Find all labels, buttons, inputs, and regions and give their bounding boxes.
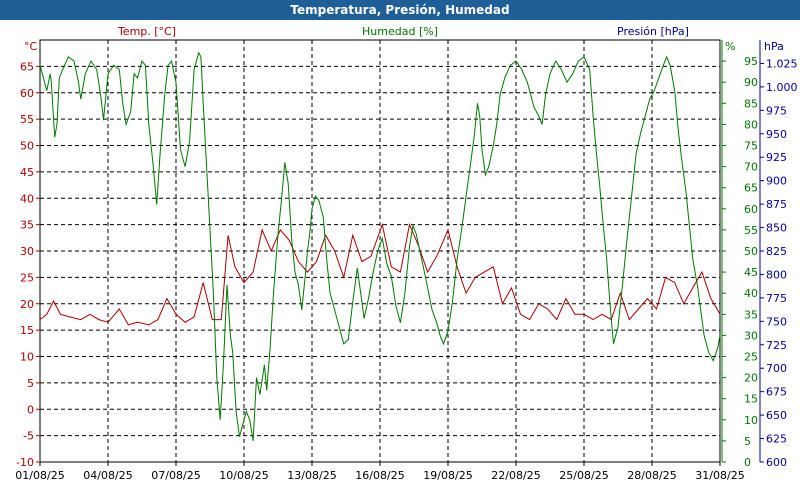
- x-tick-label: 16/08/25: [355, 469, 404, 482]
- x-tick-label: 04/08/25: [83, 469, 132, 482]
- humidity-tick-label: 70: [744, 161, 758, 174]
- temperature-tick-label: -10: [16, 456, 34, 469]
- temperature-tick-label: 5: [27, 377, 34, 390]
- humidity-tick-label: 45: [744, 266, 758, 279]
- humidity-tick-label: 35: [744, 308, 758, 321]
- pressure-tick-label: 700: [766, 362, 787, 375]
- pressure-tick-label: 950: [766, 128, 787, 141]
- x-tick-label: 10/08/25: [219, 469, 268, 482]
- humidity-tick-label: 60: [744, 203, 758, 216]
- pressure-tick-label: 975: [766, 104, 787, 117]
- temperature-tick-label: 60: [20, 87, 34, 100]
- humidity-tick-label: 20: [744, 372, 758, 385]
- pressure-tick-label: 600: [766, 456, 787, 469]
- temperature-axis-header: Temp. [°C]: [117, 25, 176, 38]
- x-tick-label: 13/08/25: [287, 469, 336, 482]
- humidity-tick-label: 40: [744, 287, 758, 300]
- temperature-tick-label: 10: [20, 351, 34, 364]
- temperature-unit-label: °C: [24, 40, 38, 53]
- x-tick-label: 25/08/25: [559, 469, 608, 482]
- pressure-tick-label: 800: [766, 268, 787, 281]
- humidity-tick-label: 90: [744, 76, 758, 89]
- pressure-tick-label: 825: [766, 245, 787, 258]
- pressure-tick-label: 900: [766, 175, 787, 188]
- humidity-tick-label: 75: [744, 140, 758, 153]
- humidity-tick-label: 65: [744, 182, 758, 195]
- x-tick-label: 01/08/25: [15, 469, 64, 482]
- plot-svg: 01/08/25 04/08/25 07/08/25 10/08/25 13/08/25…: [15, 25, 798, 482]
- humidity-tick-label: 10: [744, 414, 758, 427]
- humidity-tick-label: 80: [744, 118, 758, 131]
- humidity-tick-label: 15: [744, 393, 758, 406]
- x-tick-label: 19/08/25: [423, 469, 472, 482]
- pressure-tick-label: 875: [766, 198, 787, 211]
- temperature-tick-label: -5: [23, 430, 34, 443]
- temperature-tick-label: 50: [20, 140, 34, 153]
- x-tick-label: 31/08/25: [695, 469, 744, 482]
- humidity-tick-label: 30: [744, 329, 758, 342]
- temperature-tick-label: 35: [20, 219, 34, 232]
- humidity-tick-label: 95: [744, 55, 758, 68]
- pressure-tick-label: 775: [766, 292, 787, 305]
- pressure-tick-label: 650: [766, 409, 787, 422]
- x-tick-label: 07/08/25: [151, 469, 200, 482]
- temperature-tick-label: 45: [20, 166, 34, 179]
- humidity-unit-label: %: [725, 40, 735, 53]
- pressure-tick-label: 850: [766, 222, 787, 235]
- humidity-tick-label: 50: [744, 245, 758, 258]
- temperature-tick-label: 30: [20, 245, 34, 258]
- temperature-tick-label: 65: [20, 60, 34, 73]
- humidity-tick-label: 85: [744, 97, 758, 110]
- temperature-tick-label: 0: [27, 403, 34, 416]
- temperature-tick-label: 40: [20, 192, 34, 205]
- pressure-tick-label: 675: [766, 386, 787, 399]
- pressure-tick-label: 750: [766, 315, 787, 328]
- humidity-tick-label: 0: [744, 456, 751, 469]
- pressure-axis-header: Presión [hPa]: [617, 25, 689, 38]
- temperature-tick-label: 25: [20, 271, 34, 284]
- x-tick-label: 28/08/25: [627, 469, 676, 482]
- pressure-tick-label: 925: [766, 151, 787, 164]
- pressure-tick-label: 1.000: [766, 81, 798, 94]
- pressure-tick-label: 625: [766, 433, 787, 446]
- humidity-axis-header: Humedad [%]: [362, 25, 438, 38]
- humidity-tick-label: 25: [744, 351, 758, 364]
- pressure-tick-label: 725: [766, 339, 787, 352]
- x-tick-label: 22/08/25: [491, 469, 540, 482]
- humidity-tick-label: 5: [744, 435, 751, 448]
- temperature-tick-label: 20: [20, 298, 34, 311]
- humidity-tick-label: 55: [744, 224, 758, 237]
- pressure-unit-label: hPa: [764, 40, 784, 53]
- temperature-tick-label: 55: [20, 113, 34, 126]
- temperature-tick-label: 15: [20, 324, 34, 337]
- pressure-tick-label: 1.025: [766, 57, 798, 70]
- chart: Temperatura, Presión, Humedad 01/08/25 04…: [0, 0, 800, 500]
